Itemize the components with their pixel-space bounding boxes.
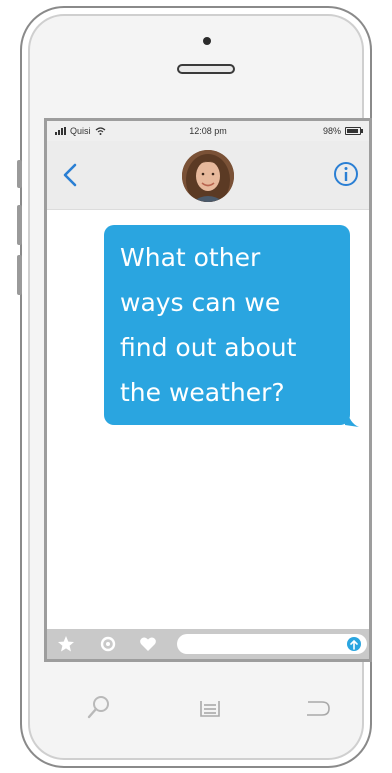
- message-composer: [47, 629, 369, 659]
- star-icon[interactable]: [57, 635, 75, 653]
- heart-icon[interactable]: [139, 635, 157, 653]
- message-line: find out about: [120, 333, 297, 362]
- status-time: 12:08 pm: [189, 126, 227, 136]
- status-bar: Quisi 12:08 pm 98%: [47, 121, 369, 141]
- info-icon[interactable]: [333, 161, 359, 187]
- gear-icon[interactable]: [99, 635, 117, 653]
- message-line: What other: [120, 243, 261, 272]
- message-line: the weather?: [120, 378, 285, 407]
- message-input[interactable]: [177, 634, 367, 654]
- chevron-left-icon[interactable]: [59, 161, 83, 189]
- search-icon[interactable]: [84, 693, 114, 723]
- screen: Quisi 12:08 pm 98% What other ways can w…: [44, 118, 372, 662]
- contact-avatar[interactable]: [182, 150, 234, 202]
- earpiece-speaker: [177, 64, 235, 74]
- volume-down-button: [17, 255, 22, 295]
- message-line: ways can we: [120, 288, 281, 317]
- outgoing-message-bubble[interactable]: What other ways can we find out about th…: [104, 225, 350, 425]
- battery-icon: [345, 127, 363, 135]
- menu-icon[interactable]: [195, 693, 225, 723]
- front-camera: [203, 37, 211, 45]
- volume-up-button: [17, 205, 22, 245]
- contact-photo: [182, 150, 234, 202]
- battery-percent: 98%: [322, 126, 341, 136]
- mute-switch: [17, 160, 22, 188]
- send-icon[interactable]: [347, 637, 361, 651]
- status-right: 98%: [322, 126, 363, 136]
- conversation-header: [47, 141, 369, 210]
- back-arrow-icon[interactable]: [302, 693, 332, 723]
- bubble-tail: [343, 409, 359, 427]
